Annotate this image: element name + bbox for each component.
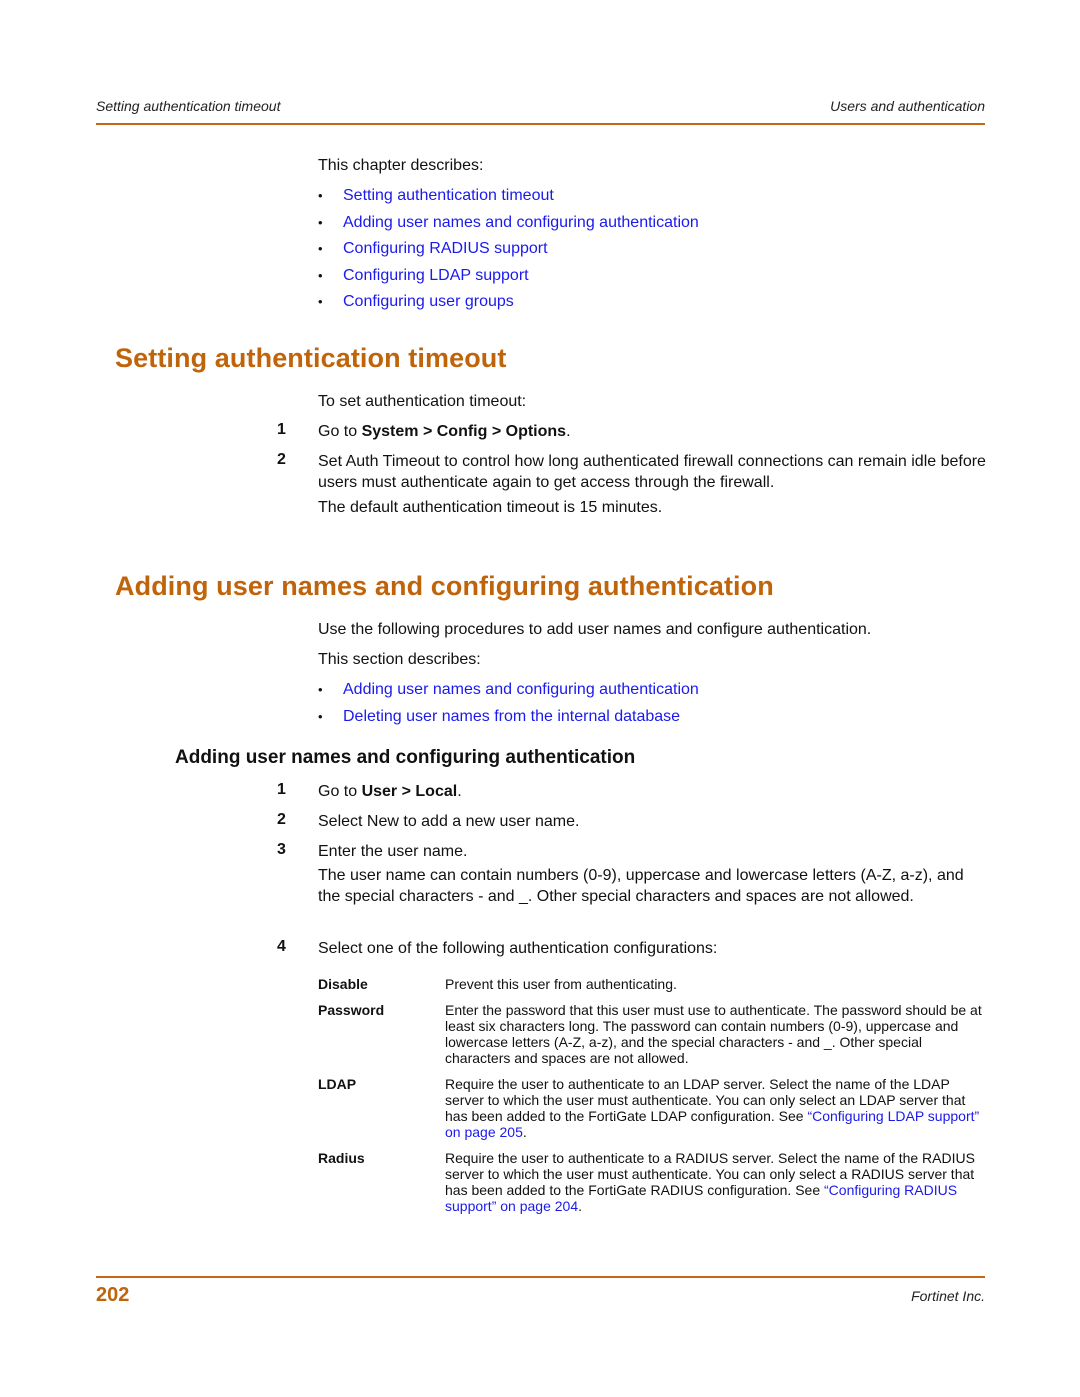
step-number: 2 bbox=[277, 811, 286, 828]
menu-path: User > Local bbox=[361, 783, 458, 800]
link-adding-user-names[interactable]: Adding user names and configuring authen… bbox=[343, 214, 699, 231]
footer-company: Fortinet Inc. bbox=[911, 1288, 985, 1304]
running-header-right: Users and authentication bbox=[830, 98, 985, 114]
footer-rule bbox=[96, 1276, 985, 1278]
list-item: • Adding user names and configuring authe… bbox=[318, 679, 699, 706]
step-number: 3 bbox=[277, 841, 286, 858]
link-deleting-user-names[interactable]: Deleting user names from the internal da… bbox=[343, 708, 680, 725]
header-rule bbox=[96, 123, 985, 125]
list-item: • Adding user names and configuring authe… bbox=[318, 212, 699, 239]
step-number: 2 bbox=[277, 451, 286, 468]
subsection-heading: Adding user names and configuring authen… bbox=[175, 747, 636, 768]
step-number: 1 bbox=[277, 421, 286, 438]
option-term: LDAP bbox=[318, 1076, 357, 1092]
link-configuring-user-groups[interactable]: Configuring user groups bbox=[343, 293, 514, 310]
option-description-suffix: . bbox=[522, 1124, 527, 1140]
option-term: Radius bbox=[318, 1150, 365, 1166]
timeout-default-note: The default authentication timeout is 15… bbox=[318, 499, 663, 516]
option-term: Password bbox=[318, 1002, 385, 1018]
step-number: 4 bbox=[277, 938, 286, 955]
bullet-icon: • bbox=[318, 214, 323, 230]
section-heading-timeout: Setting authentication timeout bbox=[115, 343, 507, 373]
chapter-contents-list: • Setting authentication timeout • Adding … bbox=[318, 185, 699, 318]
step-text: Enter the user name. bbox=[318, 843, 468, 860]
bullet-icon: • bbox=[318, 682, 323, 697]
list-item: • Configuring user groups bbox=[318, 291, 699, 318]
username-rules-note: The user name can contain numbers (0-9),… bbox=[318, 867, 964, 905]
bullet-icon: • bbox=[318, 188, 323, 203]
bullet-icon: • bbox=[318, 294, 323, 309]
step-text: Select one of the following authenticati… bbox=[318, 940, 718, 957]
menu-path: System > Config > Options bbox=[361, 423, 567, 440]
step-text-suffix: . bbox=[566, 423, 571, 440]
page-number: 202 bbox=[96, 1284, 130, 1306]
timeout-lead: To set authentication timeout: bbox=[318, 393, 527, 410]
option-description-suffix: . bbox=[578, 1198, 582, 1214]
section-heading-adding-users: Adding user names and configuring authen… bbox=[115, 571, 774, 601]
option-term: Disable bbox=[318, 976, 368, 992]
link-configuring-radius[interactable]: Configuring RADIUS support bbox=[343, 240, 548, 257]
list-item: • Setting authentication timeout bbox=[318, 185, 699, 212]
option-description: Require the user to authenticate to an L… bbox=[445, 1076, 985, 1140]
step-text-prefix: Go to bbox=[318, 423, 362, 440]
list-item: • Deleting user names from the internal d… bbox=[318, 706, 699, 733]
step-text-suffix: . bbox=[457, 783, 462, 800]
chapter-intro-lead: This chapter describes: bbox=[318, 157, 484, 174]
option-description: Require the user to authenticate to a RA… bbox=[445, 1150, 985, 1214]
step-text: Go to User > Local. bbox=[318, 781, 988, 802]
list-item: • Configuring LDAP support bbox=[318, 265, 699, 292]
step-text: Go to System > Config > Options. bbox=[318, 421, 988, 442]
bullet-icon: • bbox=[318, 267, 323, 283]
list-item: • Configuring RADIUS support bbox=[318, 238, 699, 265]
section-contents-list: • Adding user names and configuring authe… bbox=[318, 679, 699, 732]
step-text: Select New to add a new user name. bbox=[318, 813, 580, 830]
adding-users-lead: This section describes: bbox=[318, 651, 481, 668]
step-text-prefix: Go to bbox=[318, 783, 362, 800]
step-text: Set Auth Timeout to control how long aut… bbox=[318, 453, 986, 491]
running-header-left: Setting authentication timeout bbox=[96, 98, 281, 114]
bullet-icon: • bbox=[318, 708, 323, 724]
bullet-icon: • bbox=[318, 241, 323, 256]
step-number: 1 bbox=[277, 781, 286, 798]
link-setting-authentication-timeout[interactable]: Setting authentication timeout bbox=[343, 187, 554, 204]
option-description: Prevent this user from authenticating. bbox=[445, 976, 677, 992]
link-adding-user-names-section[interactable]: Adding user names and configuring authen… bbox=[343, 681, 699, 698]
adding-users-intro: Use the following procedures to add user… bbox=[318, 621, 872, 638]
option-description: Enter the password that this user must u… bbox=[445, 1002, 982, 1066]
link-configuring-ldap[interactable]: Configuring LDAP support bbox=[343, 267, 529, 284]
